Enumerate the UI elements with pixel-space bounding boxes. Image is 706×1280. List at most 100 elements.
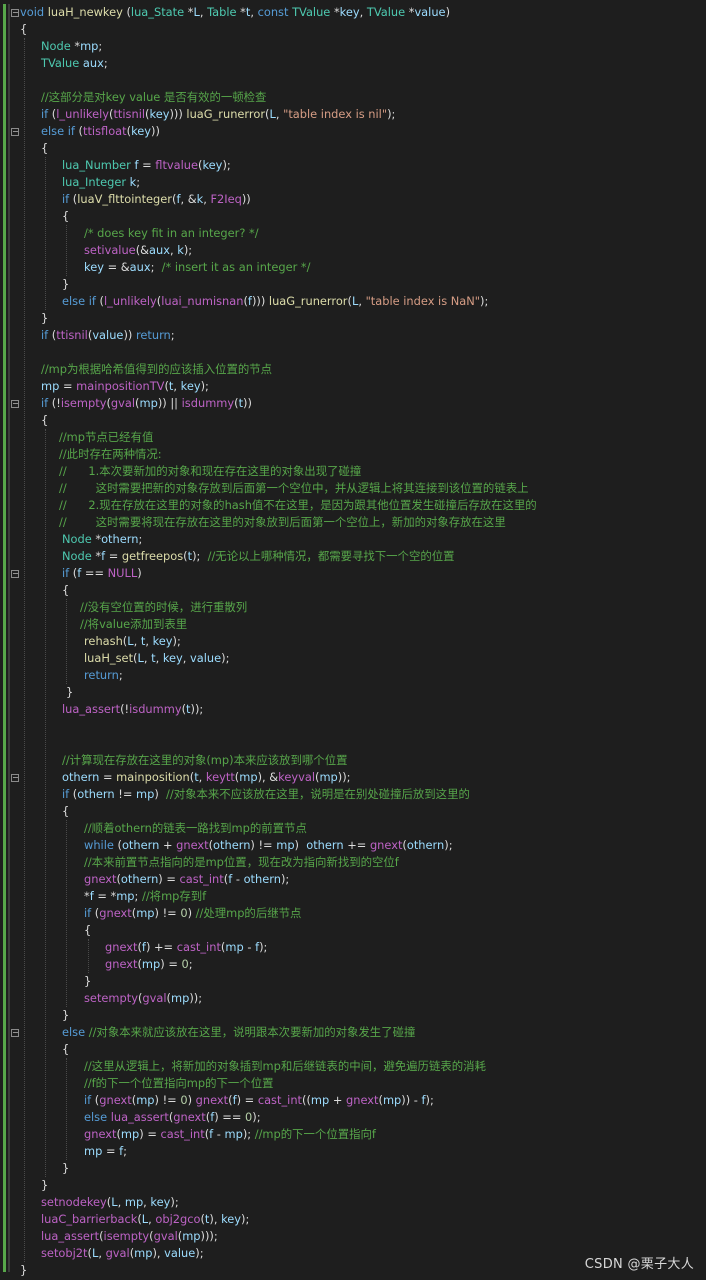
code-token: , xyxy=(199,5,208,19)
code-token: l_unlikely xyxy=(56,107,109,121)
code-token: ) != xyxy=(154,906,181,920)
code-token: { xyxy=(84,923,92,937)
code-token: cast_int xyxy=(160,1127,205,1141)
code-token: ); xyxy=(221,651,230,665)
code-token: mp xyxy=(139,396,158,410)
code-line: else //对象本来就应该放在这里，说明跟本次要新加的对象发生了碰撞 xyxy=(62,1024,415,1041)
code-token: gnext xyxy=(84,1127,117,1141)
code-token: ); xyxy=(242,1127,255,1141)
code-line: //顺着othern的链表一路找到mp的前置节点 xyxy=(84,820,307,837)
code-token: ); xyxy=(425,1093,434,1107)
code-line: setobj2t(L, gval(mp), value); xyxy=(41,1245,204,1262)
code-token: mp xyxy=(136,906,155,920)
fold-toggle-icon[interactable]: − xyxy=(11,774,19,782)
code-token: ); xyxy=(183,243,193,257)
code-token: = xyxy=(138,158,156,172)
code-line: if (ttisnil(value)) return; xyxy=(41,327,175,344)
code-token: != xyxy=(114,787,136,801)
code-token: key xyxy=(202,158,223,172)
code-line: else if (ttisfloat(key)) xyxy=(41,123,160,140)
code-token: { xyxy=(62,583,70,597)
code-token: mp xyxy=(41,379,60,393)
code-token: F2Ieq xyxy=(210,192,242,206)
code-token: * xyxy=(236,5,246,19)
code-token: } xyxy=(62,1161,70,1175)
code-token: mp xyxy=(182,1229,201,1243)
code-token: (! xyxy=(120,702,130,716)
code-token: l_unlikely xyxy=(104,294,157,308)
code-token: mp xyxy=(276,838,295,852)
code-token: return xyxy=(84,668,119,682)
code-line: if (f == NULL) xyxy=(62,565,142,582)
code-token: Table xyxy=(207,5,237,19)
code-token: // 这时需要把新的对象存放到后面第一个空位中，并从逻辑上将其连接到该位置的链表… xyxy=(59,481,529,495)
code-token: ( xyxy=(95,294,104,308)
indent-guide xyxy=(66,820,67,1007)
code-token: getfreepos xyxy=(121,549,184,563)
code-token: ) == xyxy=(214,1110,245,1124)
code-token: lua_assert xyxy=(41,1229,100,1243)
code-token: ) xyxy=(154,787,167,801)
code-token: ) != xyxy=(250,838,277,852)
code-token: "table index is nil" xyxy=(283,107,388,121)
fold-toggle-icon[interactable]: − xyxy=(11,570,19,578)
code-token: { xyxy=(62,1042,70,1056)
fold-toggle-icon[interactable]: − xyxy=(11,9,19,17)
code-line: gnext(othern) = cast_int(f - othern); xyxy=(84,871,289,888)
code-token: keyval xyxy=(278,770,315,784)
code-line: //mp为根据哈希值得到的应该插入位置的节点 xyxy=(41,361,272,378)
code-token: lua_State xyxy=(130,5,185,19)
code-line: if (l_unlikely(ttisnil(key))) luaG_runer… xyxy=(41,106,395,123)
code-token: //无论以上哪种情况，都需要寻找下一个空的位置 xyxy=(207,549,455,563)
code-token: gnext xyxy=(173,1110,206,1124)
code-token: ; xyxy=(188,957,193,971)
code-line: mp = f; xyxy=(84,1143,127,1160)
code-token: ) != xyxy=(154,1093,181,1107)
code-token: 0 xyxy=(180,1093,188,1107)
code-line: othern = mainposition(t, keytt(mp), &key… xyxy=(62,769,351,786)
code-token: } xyxy=(62,277,70,291)
code-line: //此时存在两种情况: xyxy=(59,446,162,463)
code-token: lua_assert xyxy=(110,1110,169,1124)
fold-toggle-icon[interactable]: − xyxy=(11,128,19,136)
code-token: , xyxy=(145,634,153,648)
code-token: luaG_runerror xyxy=(268,294,348,308)
code-token: ) xyxy=(445,5,451,19)
code-token: gnext xyxy=(105,957,138,971)
code-line: Node *othern; xyxy=(62,531,142,548)
code-token: * xyxy=(70,39,81,53)
code-editor[interactable]: − − − − − − void luaH_newkey (lua_State *L, T… xyxy=(0,0,706,1280)
code-token: //没有空位置的时候，进行重散列 xyxy=(80,600,248,614)
code-token: mainposition xyxy=(116,770,190,784)
code-token: ); xyxy=(170,1195,179,1209)
code-token: ); xyxy=(192,549,208,563)
indent-guide xyxy=(88,939,89,973)
code-token: luaH_newkey xyxy=(47,5,123,19)
code-token: )); xyxy=(189,991,203,1005)
code-token: lua_Integer xyxy=(62,175,127,189)
code-token: mp xyxy=(134,1246,153,1260)
code-token: // 这时需要将现在存放在这里的对象放到后面第一个空位上，新加的对象存放在这里 xyxy=(59,515,506,529)
code-token: //计算现在存放在这里的对象(mp)本来应该放到哪个位置 xyxy=(62,753,348,767)
indent-guide xyxy=(45,157,46,310)
code-token: gval xyxy=(142,991,167,1005)
code-token: ))) xyxy=(169,107,183,121)
fold-toggle-icon[interactable]: − xyxy=(11,1029,19,1037)
code-line: //本来前置节点指向的是mp位置，现在改为指向新找到的空位f xyxy=(84,854,399,871)
code-token: value xyxy=(164,1246,196,1260)
code-token: //mp的下一个位置指向f xyxy=(254,1127,376,1141)
code-token: value xyxy=(414,5,446,19)
code-token: } xyxy=(20,1263,28,1277)
code-line: gnext(f) += cast_int(mp - f); xyxy=(105,939,267,956)
code-line: while (othern + gnext(othern) != mp) oth… xyxy=(84,837,453,854)
code-token: ))) xyxy=(251,294,266,308)
code-token: mp xyxy=(225,940,244,954)
code-token: (( xyxy=(302,1093,311,1107)
code-token: k xyxy=(177,243,184,257)
code-token: Node xyxy=(62,549,92,563)
code-token: ); xyxy=(222,158,231,172)
code-token: } xyxy=(41,1178,49,1192)
fold-toggle-icon[interactable]: − xyxy=(11,400,19,408)
code-token: key xyxy=(221,1212,242,1226)
code-token: * xyxy=(330,5,340,19)
